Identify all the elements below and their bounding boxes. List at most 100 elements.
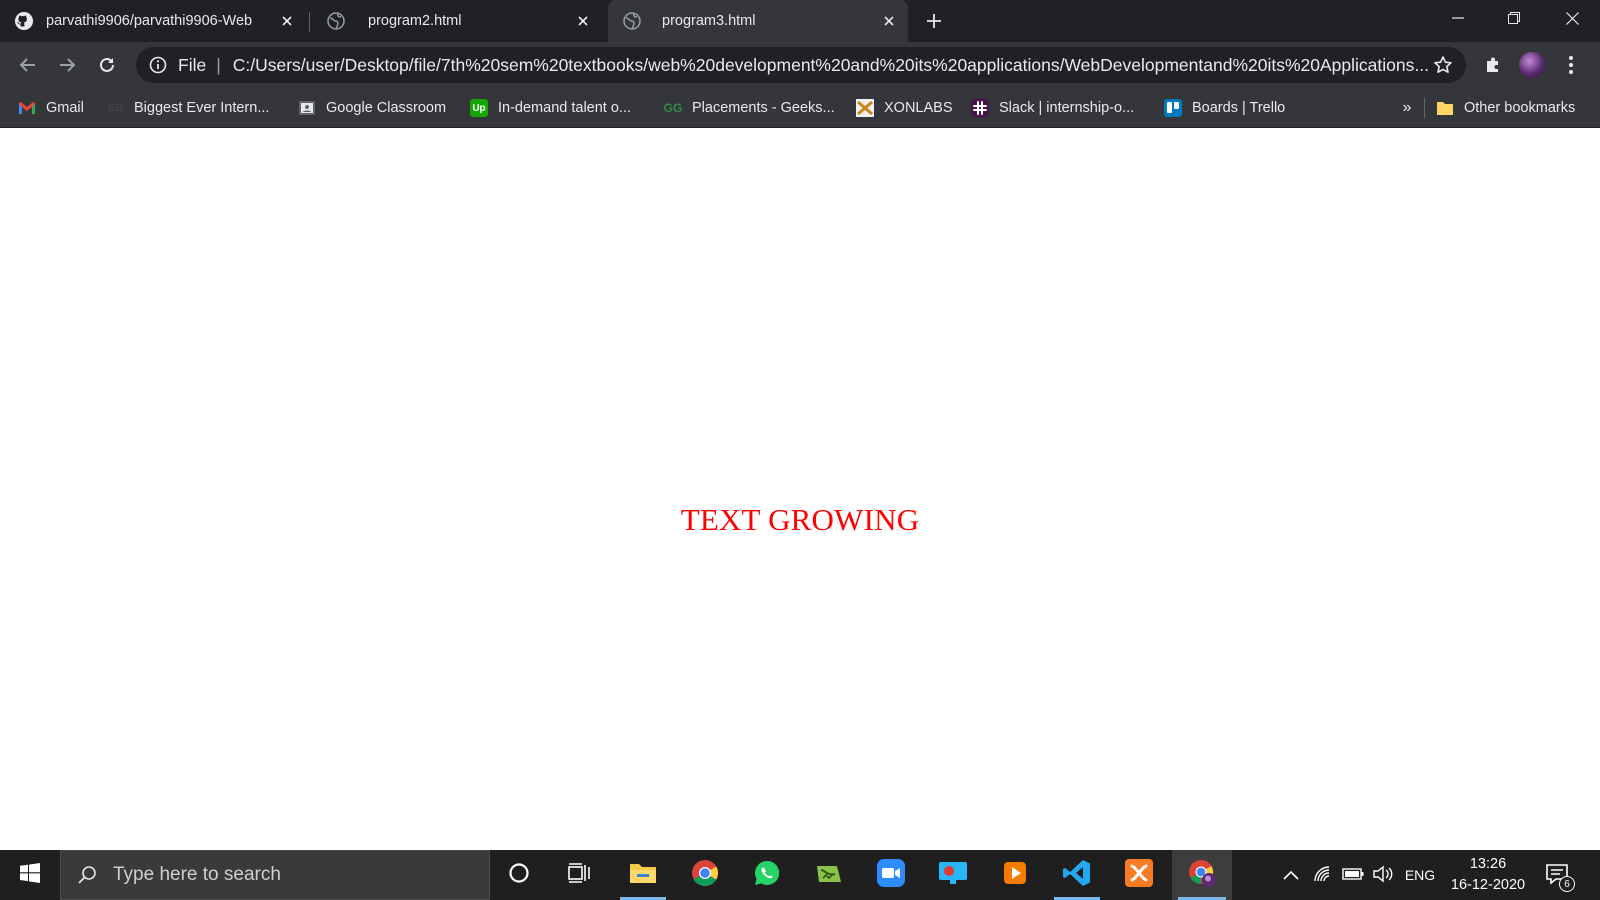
bookmark-gmail[interactable]: Gmail: [18, 94, 84, 122]
battery-button[interactable]: [1338, 850, 1368, 900]
chrome-app[interactable]: [676, 850, 734, 900]
xonlabs-icon: [856, 99, 874, 117]
close-tab-icon[interactable]: [878, 10, 900, 32]
avatar: [1519, 52, 1545, 78]
volume-icon: [1372, 865, 1394, 886]
windows-logo-icon: [20, 862, 40, 888]
new-tab-button[interactable]: [920, 9, 948, 33]
tab-github[interactable]: parvathi9906/parvathi9906-Web: [0, 0, 306, 42]
chrome-icon: [691, 859, 719, 892]
chevron-up-icon: [1283, 867, 1299, 883]
language-indicator[interactable]: ENG: [1400, 850, 1440, 900]
back-button[interactable]: [12, 49, 44, 81]
media-player-icon: [1002, 860, 1028, 891]
browser-toolbar: File | C:/Users/user/Desktop/file/7th%20…: [0, 42, 1600, 88]
info-icon[interactable]: [148, 55, 168, 75]
folder-icon: [1436, 99, 1454, 117]
clock-time: 13:26: [1469, 856, 1507, 872]
notepad-plus-plus-icon: [815, 860, 843, 891]
cortana-button[interactable]: [490, 850, 548, 900]
bookmark-label: Biggest Ever Intern...: [134, 100, 270, 116]
other-bookmarks-label: Other bookmarks: [1464, 100, 1576, 116]
xampp-icon: [1125, 858, 1153, 892]
tab-title: program2.html: [368, 13, 462, 29]
vscode-icon: [1062, 858, 1092, 893]
cortana-icon: [508, 862, 530, 889]
taskbar-clock[interactable]: 13:26 16-12-2020: [1440, 854, 1536, 898]
reload-button[interactable]: [91, 49, 123, 81]
chrome-profile-app[interactable]: [1172, 850, 1232, 900]
geeksforgeeks-icon: GG: [663, 101, 683, 115]
start-button[interactable]: [0, 850, 60, 900]
bookmark-label: Boards | Trello: [1192, 100, 1286, 116]
sb-icon: SB: [107, 102, 123, 114]
url-scheme-label: File: [178, 54, 207, 75]
action-center-button[interactable]: 6: [1545, 862, 1575, 892]
zoom-app[interactable]: [862, 850, 920, 900]
screen-recorder-app[interactable]: [924, 850, 982, 900]
windows-taskbar: Type here to search ENG 13:26 16-12-2020…: [0, 850, 1600, 900]
close-tab-icon[interactable]: [572, 10, 594, 32]
profile-avatar[interactable]: [1516, 49, 1548, 81]
clock-date: 16-12-2020: [1450, 877, 1526, 893]
address-bar[interactable]: File | C:/Users/user/Desktop/file/7th%20…: [136, 47, 1466, 83]
url-divider: |: [216, 54, 221, 75]
whatsapp-app[interactable]: [738, 850, 796, 900]
upwork-icon: Up: [470, 99, 488, 117]
close-window-button[interactable]: [1544, 0, 1600, 36]
bookmarks-bar: Gmail SB Biggest Ever Intern... Google C…: [0, 88, 1600, 128]
show-hidden-icons-button[interactable]: [1276, 850, 1306, 900]
chrome-profile-icon: [1187, 858, 1217, 893]
wifi-icon: [1313, 865, 1333, 886]
vscode-app[interactable]: [1048, 850, 1106, 900]
network-button[interactable]: [1308, 850, 1338, 900]
media-player-app[interactable]: [986, 850, 1044, 900]
bookmark-geeksforgeeks[interactable]: GG Placements - Geeks...: [664, 94, 835, 122]
xampp-app[interactable]: [1110, 850, 1168, 900]
bookmark-label: Slack | internship-o...: [999, 100, 1135, 116]
notification-count-badge: 6: [1559, 876, 1575, 892]
bookmark-slack[interactable]: Slack | internship-o...: [971, 94, 1134, 122]
tab-title: program3.html: [662, 13, 756, 29]
battery-icon: [1342, 867, 1364, 883]
volume-button[interactable]: [1368, 850, 1398, 900]
bookmark-label: In-demand talent o...: [498, 100, 631, 116]
classroom-icon: [298, 99, 316, 117]
browser-menu-button[interactable]: [1555, 49, 1587, 81]
bookmark-label: XONLABS: [884, 100, 953, 116]
other-bookmarks-folder[interactable]: Other bookmarks: [1436, 94, 1575, 122]
bookmark-label: Gmail: [46, 100, 84, 116]
file-explorer-app[interactable]: [614, 850, 672, 900]
screen-recorder-icon: [938, 860, 968, 891]
tab-strip: parvathi9906/parvathi9906-Web program2.h…: [0, 0, 1600, 42]
search-placeholder: Type here to search: [113, 864, 281, 885]
tab-title: parvathi9906/parvathi9906-Web: [46, 13, 253, 29]
trello-icon: [1164, 99, 1182, 117]
task-view-button[interactable]: [550, 850, 608, 900]
file-explorer-icon: [629, 861, 657, 890]
bookmark-upwork[interactable]: Up In-demand talent o...: [470, 94, 631, 122]
bookmark-biggest-ever-intern[interactable]: SB Biggest Ever Intern...: [106, 94, 269, 122]
bookmarks-separator: [1424, 98, 1425, 118]
growing-text: TEXT GROWING: [680, 502, 920, 537]
github-icon: [14, 11, 34, 31]
bookmark-label: Google Classroom: [326, 100, 447, 116]
slack-icon: [971, 99, 989, 117]
task-view-icon: [567, 862, 591, 888]
bookmark-star-icon[interactable]: [1428, 50, 1458, 80]
tab-program2[interactable]: program2.html: [312, 0, 602, 42]
bookmarks-overflow-button[interactable]: »: [1396, 94, 1418, 122]
taskbar-search-box[interactable]: Type here to search: [60, 850, 490, 900]
extensions-button[interactable]: [1477, 49, 1509, 81]
search-icon: [75, 863, 99, 887]
notepad-plus-plus-app[interactable]: [800, 850, 858, 900]
url-text[interactable]: C:/Users/user/Desktop/file/7th%20sem%20t…: [233, 55, 1428, 76]
restore-button[interactable]: [1486, 0, 1542, 36]
bookmark-xonlabs[interactable]: XONLABS: [856, 94, 953, 122]
tab-program3[interactable]: program3.html: [608, 0, 908, 42]
close-tab-icon[interactable]: [276, 10, 298, 32]
forward-button[interactable]: [51, 49, 83, 81]
minimize-button[interactable]: [1430, 0, 1486, 36]
bookmark-trello[interactable]: Boards | Trello: [1164, 94, 1285, 122]
bookmark-google-classroom[interactable]: Google Classroom: [298, 94, 446, 122]
